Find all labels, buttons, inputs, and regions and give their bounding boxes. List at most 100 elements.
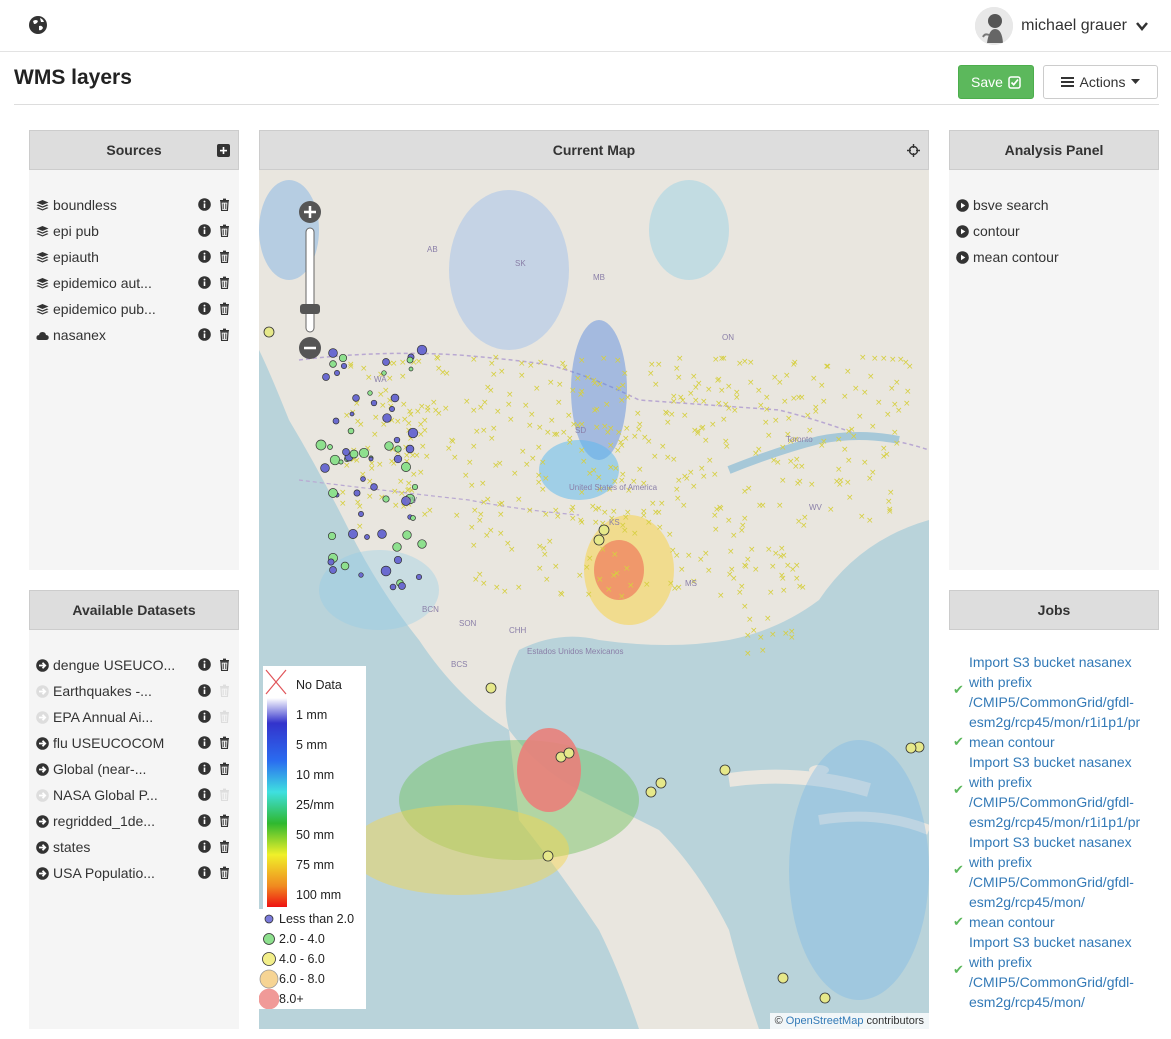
station-dot[interactable] <box>405 444 415 454</box>
info-icon[interactable] <box>198 840 211 853</box>
station-dot[interactable] <box>593 534 605 546</box>
job-link[interactable]: Import S3 bucket nasanex with prefix /CM… <box>969 752 1159 832</box>
dataset-item[interactable]: regridded_1de... <box>36 808 233 834</box>
trash-icon[interactable] <box>218 328 231 341</box>
station-dot[interactable] <box>411 483 419 491</box>
info-icon[interactable] <box>198 710 211 723</box>
station-dot[interactable] <box>360 476 366 482</box>
station-dot[interactable] <box>655 777 667 789</box>
station-dot[interactable] <box>370 483 378 491</box>
job-link[interactable]: mean contour <box>969 732 1159 752</box>
analysis-item[interactable]: bsve search <box>956 192 1153 218</box>
station-dot[interactable] <box>349 449 359 459</box>
source-item[interactable]: epi pub <box>36 218 233 244</box>
dataset-item[interactable]: EPA Annual Ai... <box>36 704 233 730</box>
info-icon[interactable] <box>198 684 211 697</box>
station-dot[interactable] <box>347 427 355 435</box>
trash-icon[interactable] <box>218 302 231 315</box>
station-dot[interactable] <box>329 360 337 368</box>
info-icon[interactable] <box>198 658 211 671</box>
station-dot[interactable] <box>598 524 610 536</box>
station-dot[interactable] <box>358 572 364 578</box>
zoom-slider-handle[interactable] <box>300 304 320 314</box>
station-dot[interactable] <box>417 539 427 549</box>
station-dot[interactable] <box>407 427 419 439</box>
job-link[interactable]: mean contour <box>969 912 1159 932</box>
station-dot[interactable] <box>327 444 333 450</box>
trash-icon[interactable] <box>218 250 231 263</box>
zoom-slider-track[interactable] <box>305 227 315 333</box>
station-dot[interactable] <box>394 445 402 453</box>
info-icon[interactable] <box>198 302 211 315</box>
trash-icon[interactable] <box>218 814 231 827</box>
source-item[interactable]: epidemico aut... <box>36 270 233 296</box>
station-dot[interactable] <box>382 413 392 423</box>
station-dot[interactable] <box>353 489 361 497</box>
station-dot[interactable] <box>384 441 394 451</box>
job-item[interactable]: ✔ mean contour <box>949 912 1159 932</box>
station-dot[interactable] <box>338 353 348 363</box>
station-dot[interactable] <box>382 358 390 366</box>
station-dot[interactable] <box>352 394 360 402</box>
info-icon[interactable] <box>198 250 211 263</box>
station-dot[interactable] <box>542 850 554 862</box>
dataset-item[interactable]: dengue USEUCO... <box>36 652 233 678</box>
station-dot[interactable] <box>328 488 338 498</box>
trash-icon[interactable] <box>218 198 231 211</box>
info-icon[interactable] <box>198 198 211 211</box>
station-dot[interactable] <box>415 573 423 581</box>
station-dot[interactable] <box>406 356 414 364</box>
job-item[interactable]: ✔ Import S3 bucket nasanex with prefix /C… <box>949 932 1159 1012</box>
info-icon[interactable] <box>198 788 211 801</box>
job-link[interactable]: Import S3 bucket nasanex with prefix /CM… <box>969 832 1159 912</box>
crosshairs-icon[interactable] <box>907 144 920 157</box>
trash-icon[interactable] <box>218 866 231 879</box>
source-item[interactable]: epidemico pub... <box>36 296 233 322</box>
dataset-item[interactable]: NASA Global P... <box>36 782 233 808</box>
dataset-item[interactable]: Global (near-... <box>36 756 233 782</box>
trash-icon[interactable] <box>218 762 231 775</box>
job-item[interactable]: ✔ Import S3 bucket nasanex with prefix /C… <box>949 752 1159 832</box>
station-dot[interactable] <box>393 555 403 565</box>
dataset-item[interactable]: states <box>36 834 233 860</box>
station-dot[interactable] <box>382 495 390 503</box>
job-link[interactable]: Import S3 bucket nasanex with prefix /CM… <box>969 932 1159 1012</box>
station-dot[interactable] <box>390 393 400 403</box>
station-dot[interactable] <box>393 436 401 444</box>
station-dot[interactable] <box>645 786 657 798</box>
station-dot[interactable] <box>338 459 344 465</box>
station-dot[interactable] <box>320 463 330 473</box>
job-item[interactable]: ✔ Import S3 bucket nasanex with prefix /C… <box>949 652 1159 732</box>
dataset-item[interactable]: Earthquakes -... <box>36 678 233 704</box>
info-icon[interactable] <box>198 276 211 289</box>
station-dot[interactable] <box>380 565 392 577</box>
actions-button[interactable]: Actions <box>1043 65 1158 99</box>
save-button[interactable]: Save <box>958 65 1034 99</box>
station-dot[interactable] <box>389 583 397 591</box>
trash-icon[interactable] <box>218 840 231 853</box>
globe-icon[interactable] <box>28 15 48 35</box>
station-dot[interactable] <box>349 411 355 417</box>
station-dot[interactable] <box>377 529 387 539</box>
station-dot[interactable] <box>416 344 428 356</box>
station-dot[interactable] <box>263 326 275 338</box>
trash-icon[interactable] <box>218 684 231 697</box>
station-dot[interactable] <box>389 406 395 412</box>
analysis-item[interactable]: contour <box>956 218 1153 244</box>
station-dot[interactable] <box>340 362 348 370</box>
plus-square-icon[interactable] <box>217 144 230 157</box>
station-dot[interactable] <box>358 511 364 517</box>
station-dot[interactable] <box>332 417 340 425</box>
station-dot[interactable] <box>719 764 731 776</box>
station-dot[interactable] <box>327 558 335 566</box>
station-dot[interactable] <box>401 462 411 472</box>
source-item[interactable]: nasanex <box>36 322 233 348</box>
osm-link[interactable]: OpenStreetMap <box>786 1015 864 1027</box>
station-dot[interactable] <box>342 448 350 456</box>
trash-icon[interactable] <box>218 224 231 237</box>
source-item[interactable]: boundless <box>36 192 233 218</box>
station-dot[interactable] <box>368 456 374 462</box>
trash-icon[interactable] <box>218 276 231 289</box>
info-icon[interactable] <box>198 224 211 237</box>
station-dot[interactable] <box>408 366 414 372</box>
